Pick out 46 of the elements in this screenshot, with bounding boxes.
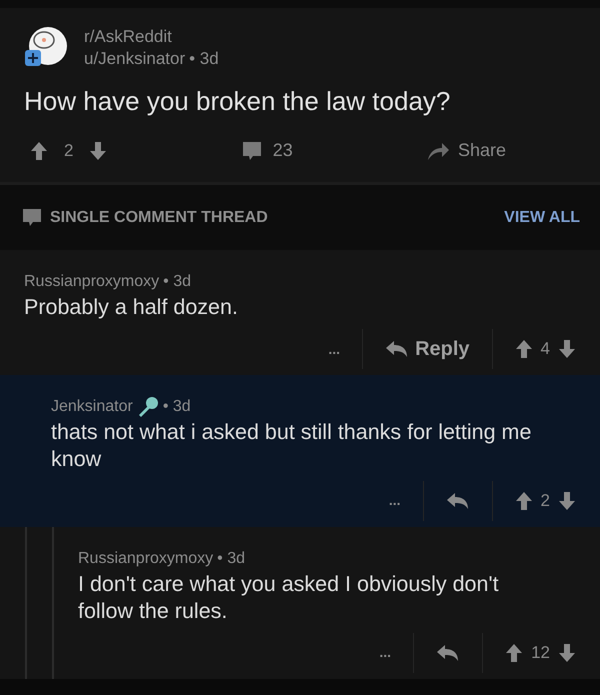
downvote-icon (558, 339, 576, 360)
comment-time: • 3d (217, 548, 245, 569)
upvote-icon (514, 339, 533, 360)
reply-button[interactable]: Reply (363, 334, 492, 364)
comment-author: Russianproxymoxy (78, 548, 214, 569)
post-title: How have you broken the law today? (24, 85, 452, 118)
thread-label: SINGLE COMMENT THREAD (50, 208, 268, 228)
comment-body: thats not what i asked but still thanks for letting me know (51, 419, 532, 473)
vote-score: 2 (64, 140, 74, 162)
upvote-icon (505, 642, 524, 663)
speech-bubble-icon (22, 208, 42, 228)
share-button[interactable]: Share (426, 137, 506, 164)
reply-arrow-icon (446, 492, 470, 510)
more-options-button[interactable]: ... (357, 642, 414, 664)
comment-author: Jenksinator (51, 397, 133, 418)
comment-author: Russianproxymoxy (24, 272, 160, 292)
comment-score: 12 (531, 642, 550, 664)
subreddit-link[interactable]: r/AskReddit (84, 26, 219, 48)
view-all-link[interactable]: VIEW ALL (504, 206, 580, 230)
speech-bubble-icon (240, 140, 263, 162)
upvote-icon (514, 490, 533, 511)
comment-score: 4 (540, 338, 550, 360)
reply-arrow-icon (385, 340, 410, 358)
comments-button[interactable]: 23 (240, 137, 293, 164)
upvote-button[interactable] (505, 642, 524, 663)
more-options-button[interactable]: ... (366, 490, 423, 512)
downvote-button[interactable] (89, 140, 108, 161)
downvote-button[interactable] (558, 642, 576, 663)
post-author: u/Jenksinator (84, 48, 186, 70)
upvote-button[interactable] (514, 490, 533, 511)
reply-arrow-icon (436, 644, 460, 662)
more-options-button[interactable]: ... (306, 338, 362, 360)
comment-score: 2 (540, 490, 550, 512)
downvote-button[interactable] (558, 339, 576, 360)
downvote-button[interactable] (558, 490, 576, 511)
comment-body: I don't care what you asked I obviously don't follow the rules. (78, 570, 500, 625)
upvote-button[interactable] (514, 339, 533, 360)
downvote-icon (89, 140, 108, 161)
downvote-icon (558, 490, 576, 511)
comment-time: • 3d (162, 397, 191, 418)
downvote-icon (558, 642, 576, 663)
post-time: • 3d (189, 48, 219, 70)
comment-time: • 3d (163, 272, 191, 292)
upvote-icon (30, 140, 48, 161)
upvote-button[interactable] (30, 140, 48, 161)
comment-body: Probably a half dozen. (24, 294, 239, 322)
